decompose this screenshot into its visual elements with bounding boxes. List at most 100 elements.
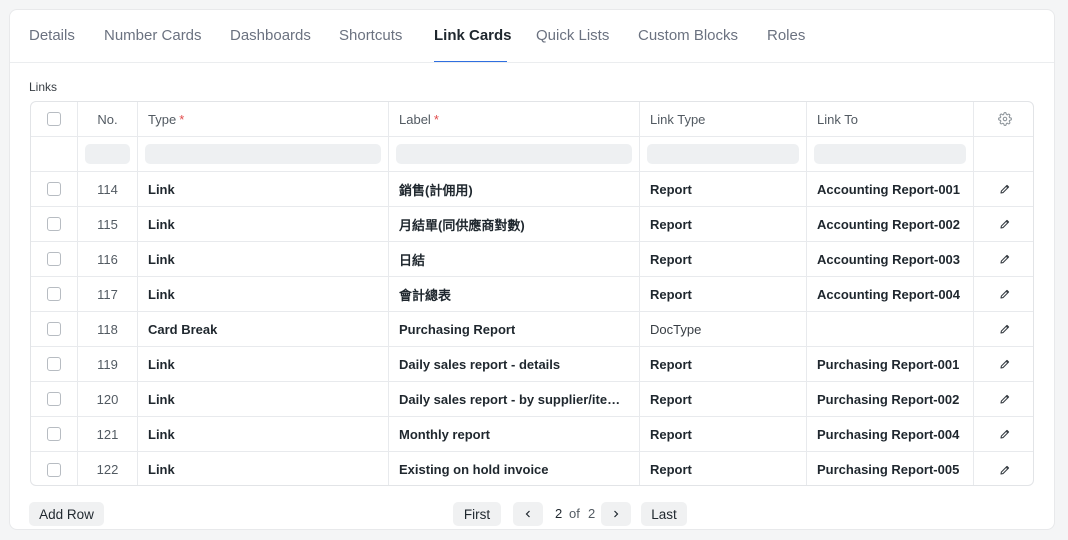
prev-page-button[interactable] bbox=[513, 502, 543, 526]
row-checkbox[interactable] bbox=[47, 427, 61, 441]
table-row[interactable]: 118 Card Break Purchasing Report DocType bbox=[31, 312, 1033, 347]
tab-number-cards[interactable]: Number Cards bbox=[104, 27, 202, 44]
row-checkbox[interactable] bbox=[47, 357, 61, 371]
header-select-cell bbox=[31, 102, 78, 136]
filter-input-no[interactable] bbox=[85, 144, 130, 164]
row-type[interactable]: Link bbox=[138, 277, 389, 311]
row-link-to[interactable]: Accounting Report-002 bbox=[807, 207, 974, 241]
filter-input-link-type[interactable] bbox=[647, 144, 799, 164]
filter-cell-type bbox=[138, 137, 389, 171]
row-link-type[interactable]: Report bbox=[640, 242, 807, 276]
row-label-cell[interactable]: Monthly report bbox=[389, 417, 640, 451]
row-label-cell[interactable]: Daily sales report - by supplier/item/..… bbox=[389, 382, 640, 416]
table-row[interactable]: 117 Link 會計總表 Report Accounting Report-004 bbox=[31, 277, 1033, 312]
row-checkbox[interactable] bbox=[47, 462, 61, 477]
filter-input-label[interactable] bbox=[396, 144, 632, 164]
row-edit-button[interactable] bbox=[974, 347, 1033, 381]
row-link-to[interactable]: Purchasing Report-001 bbox=[807, 347, 974, 381]
table-row[interactable]: 115 Link 月結單(同供應商對數) Report Accounting Repor… bbox=[31, 207, 1033, 242]
row-label-cell[interactable]: 月結單(同供應商對數) bbox=[389, 207, 640, 241]
tab-roles[interactable]: Roles bbox=[767, 27, 805, 44]
row-checkbox[interactable] bbox=[47, 182, 61, 196]
row-link-type[interactable]: Report bbox=[640, 207, 807, 241]
chevron-right-icon bbox=[614, 510, 619, 518]
row-link-type[interactable]: Report bbox=[640, 417, 807, 451]
table-row[interactable]: 122 Link Existing on hold invoice Report Pur… bbox=[31, 452, 1033, 485]
row-checkbox[interactable] bbox=[47, 252, 61, 266]
first-page-button[interactable]: First bbox=[453, 502, 501, 526]
edit-icon bbox=[999, 394, 1009, 404]
row-edit-button[interactable] bbox=[974, 277, 1033, 311]
row-label-cell[interactable]: 銷售(計佣用) bbox=[389, 172, 640, 206]
row-link-type[interactable]: Report bbox=[640, 277, 807, 311]
row-checkbox[interactable] bbox=[47, 217, 61, 231]
row-label: Daily sales report - by supplier/item/..… bbox=[399, 391, 627, 407]
row-checkbox[interactable] bbox=[47, 392, 61, 406]
tab-details[interactable]: Details bbox=[29, 27, 75, 44]
tab-custom-blocks[interactable]: Custom Blocks bbox=[638, 27, 738, 44]
last-page-button[interactable]: Last bbox=[641, 502, 687, 526]
row-type[interactable]: Card Break bbox=[138, 312, 389, 346]
header-type-label: Type bbox=[148, 111, 177, 127]
row-type[interactable]: Link bbox=[138, 207, 389, 241]
row-label-cell[interactable]: 會計總表 bbox=[389, 277, 640, 311]
edit-icon bbox=[999, 254, 1009, 264]
row-edit-button[interactable] bbox=[974, 207, 1033, 241]
edit-icon bbox=[999, 289, 1009, 299]
row-checkbox[interactable] bbox=[47, 287, 61, 301]
row-edit-button[interactable] bbox=[974, 417, 1033, 451]
row-select-cell bbox=[31, 242, 78, 276]
row-link-type[interactable]: Report bbox=[640, 172, 807, 206]
row-link-to[interactable]: Purchasing Report-004 bbox=[807, 417, 974, 451]
row-link-to[interactable]: Accounting Report-003 bbox=[807, 242, 974, 276]
row-edit-button[interactable] bbox=[974, 382, 1033, 416]
row-select-cell bbox=[31, 382, 78, 416]
row-type[interactable]: Link bbox=[138, 242, 389, 276]
select-all-checkbox[interactable] bbox=[47, 112, 61, 126]
table-row[interactable]: 114 Link 銷售(計佣用) Report Accounting Report-00… bbox=[31, 172, 1033, 207]
row-edit-button[interactable] bbox=[974, 172, 1033, 206]
row-link-type[interactable]: Report bbox=[640, 382, 807, 416]
row-type[interactable]: Link bbox=[138, 347, 389, 381]
add-row-button[interactable]: Add Row bbox=[29, 502, 104, 526]
row-label: 日結 bbox=[399, 252, 426, 268]
header-link-to: Link To bbox=[807, 102, 974, 136]
tab-quick-lists[interactable]: Quick Lists bbox=[536, 27, 609, 44]
row-label-cell[interactable]: Daily sales report - details bbox=[389, 347, 640, 381]
edit-icon bbox=[999, 324, 1009, 334]
row-number: 120 bbox=[78, 382, 138, 416]
filter-input-type[interactable] bbox=[145, 144, 381, 164]
row-link-to[interactable] bbox=[807, 312, 974, 346]
row-type[interactable]: Link bbox=[138, 452, 389, 485]
current-page-number: 2 bbox=[555, 506, 563, 521]
tab-dashboards[interactable]: Dashboards bbox=[230, 27, 311, 44]
row-link-type[interactable]: Report bbox=[640, 347, 807, 381]
next-page-button[interactable] bbox=[601, 502, 631, 526]
filter-input-link-to[interactable] bbox=[814, 144, 966, 164]
header-label-label: Label bbox=[399, 111, 431, 127]
table-row[interactable]: 116 Link 日結 Report Accounting Report-003 bbox=[31, 242, 1033, 277]
row-link-to[interactable]: Accounting Report-004 bbox=[807, 277, 974, 311]
row-type[interactable]: Link bbox=[138, 417, 389, 451]
row-label-cell[interactable]: Existing on hold invoice bbox=[389, 452, 640, 485]
tab-shortcuts[interactable]: Shortcuts bbox=[339, 27, 402, 44]
row-edit-button[interactable] bbox=[974, 312, 1033, 346]
table-row[interactable]: 119 Link Daily sales report - details Repor… bbox=[31, 347, 1033, 382]
row-link-to[interactable]: Accounting Report-001 bbox=[807, 172, 974, 206]
row-label-cell[interactable]: Purchasing Report bbox=[389, 312, 640, 346]
row-link-type[interactable]: Report bbox=[640, 452, 807, 485]
row-link-to[interactable]: Purchasing Report-005 bbox=[807, 452, 974, 485]
tab-link-cards[interactable]: Link Cards bbox=[434, 27, 512, 44]
row-link-type[interactable]: DocType bbox=[640, 312, 807, 346]
row-type[interactable]: Link bbox=[138, 172, 389, 206]
table-row[interactable]: 121 Link Monthly report Report Purchasing Re… bbox=[31, 417, 1033, 452]
row-type[interactable]: Link bbox=[138, 382, 389, 416]
table-row[interactable]: 120 Link Daily sales report - by supplier/… bbox=[31, 382, 1033, 417]
row-edit-button[interactable] bbox=[974, 452, 1033, 485]
row-checkbox[interactable] bbox=[47, 322, 61, 336]
row-link-to[interactable]: Purchasing Report-002 bbox=[807, 382, 974, 416]
filter-cell-end bbox=[974, 137, 1033, 171]
row-edit-button[interactable] bbox=[974, 242, 1033, 276]
gear-icon[interactable] bbox=[997, 112, 1012, 126]
row-label-cell[interactable]: 日結 bbox=[389, 242, 640, 276]
